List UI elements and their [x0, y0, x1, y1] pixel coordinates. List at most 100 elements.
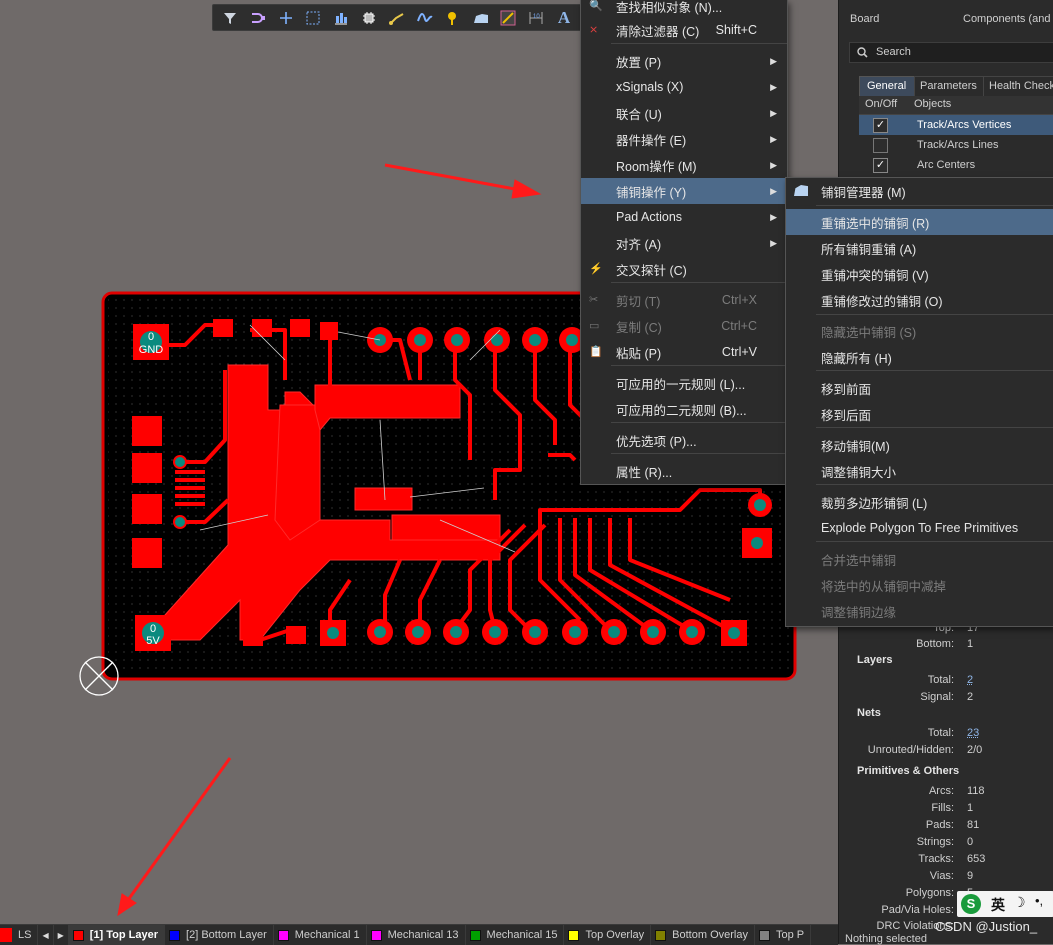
- layer-color-swatch: [759, 930, 770, 941]
- submenu-item[interactable]: 隐藏所有 (H): [786, 344, 1053, 370]
- tab-parameters[interactable]: Parameters: [914, 76, 984, 97]
- layer-tab[interactable]: Mechanical 15: [466, 925, 565, 945]
- layer-tab[interactable]: Mechanical 13: [367, 925, 466, 945]
- menu-separator: [816, 205, 1053, 206]
- layer-scroll-left-button[interactable]: ◀: [38, 925, 53, 945]
- ime-toolbar[interactable]: S 英 ☽ •,: [957, 891, 1053, 917]
- menu-item[interactable]: 可应用的一元规则 (L)...: [581, 370, 787, 396]
- layer-tab[interactable]: Top P: [755, 925, 811, 945]
- polygons-label: Polygons:: [906, 887, 954, 899]
- menu-item-shortcut: Ctrl+X: [722, 293, 757, 307]
- menu-item-shortcut: Ctrl+C: [721, 319, 757, 333]
- menu-item[interactable]: 放置 (P) ▶: [581, 48, 787, 74]
- polygon-icon[interactable]: [470, 7, 492, 29]
- layer-color-swatch: [73, 930, 84, 941]
- 5v-pad-number: 0: [150, 623, 156, 635]
- submenu-item[interactable]: 重铺选中的铺铜 (R): [786, 209, 1053, 235]
- th-pad-hole: [412, 626, 424, 638]
- nets-section-title: Nets: [857, 707, 881, 719]
- align-icon[interactable]: [330, 7, 352, 29]
- menu-item[interactable]: 铺铜操作 (Y) ▶: [581, 178, 787, 204]
- filter-icon[interactable]: [219, 7, 241, 29]
- menu-item[interactable]: Room操作 (M) ▶: [581, 152, 787, 178]
- submenu-item-label: Explode Polygon To Free Primitives: [821, 521, 1018, 535]
- submenu-item[interactable]: 重铺修改过的铺铜 (O): [786, 287, 1053, 313]
- submenu-item[interactable]: Explode Polygon To Free Primitives: [786, 515, 1053, 541]
- layers-total-value[interactable]: 2: [967, 674, 973, 686]
- submenu-item-label: 隐藏所有 (H): [821, 348, 892, 367]
- fills-value: 1: [967, 802, 973, 814]
- layer-color-swatch: [278, 930, 289, 941]
- layer-tab-label: Top P: [776, 929, 804, 941]
- checkbox[interactable]: ✓: [873, 158, 888, 173]
- menu-item[interactable]: 对齐 (A) ▶: [581, 230, 787, 256]
- layer-tab[interactable]: Top Overlay: [564, 925, 651, 945]
- tab-general[interactable]: General: [859, 76, 915, 97]
- submenu-item[interactable]: 重铺冲突的铺铜 (V): [786, 261, 1053, 287]
- dimension-icon[interactable]: 10: [525, 7, 547, 29]
- layer-tab-label: Bottom Overlay: [672, 929, 748, 941]
- menu-item-label: Room操作 (M): [616, 156, 697, 175]
- checkbox[interactable]: ✓: [873, 118, 888, 133]
- text-icon[interactable]: A: [553, 7, 575, 29]
- differential-icon[interactable]: [414, 7, 436, 29]
- menu-separator: [816, 427, 1053, 428]
- submenu-arrow-icon: ▶: [770, 56, 777, 67]
- layer-tab[interactable]: Mechanical 1: [274, 925, 367, 945]
- menu-item[interactable]: xSignals (X) ▶: [581, 74, 787, 100]
- checkbox[interactable]: [873, 138, 888, 153]
- keepout-icon[interactable]: [497, 7, 519, 29]
- submenu-item-label: 合并选中铺铜: [821, 550, 896, 569]
- menu-item[interactable]: 优先选项 (P)...: [581, 427, 787, 453]
- submenu-item[interactable]: 铺铜管理器 (M): [786, 178, 1053, 204]
- stat-bottom-label: Bottom:: [916, 638, 954, 650]
- submenu-item[interactable]: 调整铺铜大小: [786, 458, 1053, 484]
- submenu-item-label: 移到前面: [821, 379, 871, 398]
- nets-total-value[interactable]: 23: [967, 727, 979, 739]
- search-input[interactable]: Search: [849, 42, 1053, 63]
- menu-item-label: 粘贴 (P): [616, 343, 661, 362]
- submenu-item[interactable]: 移到后面: [786, 401, 1053, 427]
- objects-row[interactable]: ✓ Track/Arcs Vertices: [859, 115, 1053, 135]
- context-menu: 🔍 查找相似对象 (N)... ⨯ 清除过滤器 (C) Shift+C 放置 (P) ▶ xS…: [580, 0, 788, 485]
- th-pad-hole: [728, 627, 740, 639]
- submenu-item: 合并选中铺铜: [786, 546, 1053, 572]
- pcb-toolbar: 10 A: [212, 4, 582, 31]
- pin-icon[interactable]: [442, 7, 464, 29]
- menu-item-label: 联合 (U): [616, 104, 662, 123]
- menu-item[interactable]: 可应用的二元规则 (B)...: [581, 396, 787, 422]
- menu-item[interactable]: 属性 (R)...: [581, 458, 787, 484]
- panel-header-components[interactable]: Components (and: [963, 13, 1050, 25]
- tab-health-check[interactable]: Health Check: [983, 76, 1053, 97]
- polygon-actions-submenu: 铺铜管理器 (M) 重铺选中的铺铜 (R) 所有铺铜重铺 (A) 重铺冲突的铺铜 (V…: [785, 177, 1053, 627]
- menu-item[interactable]: ⚡ 交叉探针 (C): [581, 256, 787, 282]
- layer-tab[interactable]: Bottom Overlay: [651, 925, 755, 945]
- objects-row[interactable]: Track/Arcs Lines: [859, 135, 1053, 155]
- component-icon[interactable]: [358, 7, 380, 29]
- submenu-item[interactable]: 所有铺铜重铺 (A): [786, 235, 1053, 261]
- submenu-item[interactable]: 移到前面: [786, 375, 1053, 401]
- objects-row[interactable]: ✓ Arc Centers: [859, 155, 1053, 175]
- layer-tab[interactable]: [2] Bottom Layer: [165, 925, 274, 945]
- menu-item[interactable]: Pad Actions ▶: [581, 204, 787, 230]
- menu-item[interactable]: 联合 (U) ▶: [581, 100, 787, 126]
- select-rect-icon[interactable]: [303, 7, 325, 29]
- menu-separator: [816, 541, 1053, 542]
- menu-item[interactable]: 器件操作 (E) ▶: [581, 126, 787, 152]
- interactive-route-icon[interactable]: [386, 7, 408, 29]
- layer-set-button[interactable]: LS: [12, 925, 38, 945]
- route-icon[interactable]: [247, 7, 269, 29]
- menu-item-label: xSignals (X): [616, 80, 683, 94]
- th-pad-hole: [414, 334, 426, 346]
- panel-header-board[interactable]: Board: [850, 13, 879, 25]
- layer-tab-label: [1] Top Layer: [90, 929, 158, 941]
- layer-scroll-right-button[interactable]: ▶: [54, 925, 69, 945]
- layer-tab[interactable]: [1] Top Layer: [69, 925, 165, 945]
- submenu-item[interactable]: 移动铺铜(M): [786, 432, 1053, 458]
- strings-label: Strings:: [917, 836, 954, 848]
- submenu-item[interactable]: 裁剪多边形铺铜 (L): [786, 489, 1053, 515]
- menu-item[interactable]: 📋 粘贴 (P) Ctrl+V: [581, 339, 787, 365]
- menu-item[interactable]: ⨯ 清除过滤器 (C) Shift+C: [581, 17, 787, 43]
- layer-tab-label: Mechanical 15: [487, 929, 558, 941]
- cross-icon[interactable]: [275, 7, 297, 29]
